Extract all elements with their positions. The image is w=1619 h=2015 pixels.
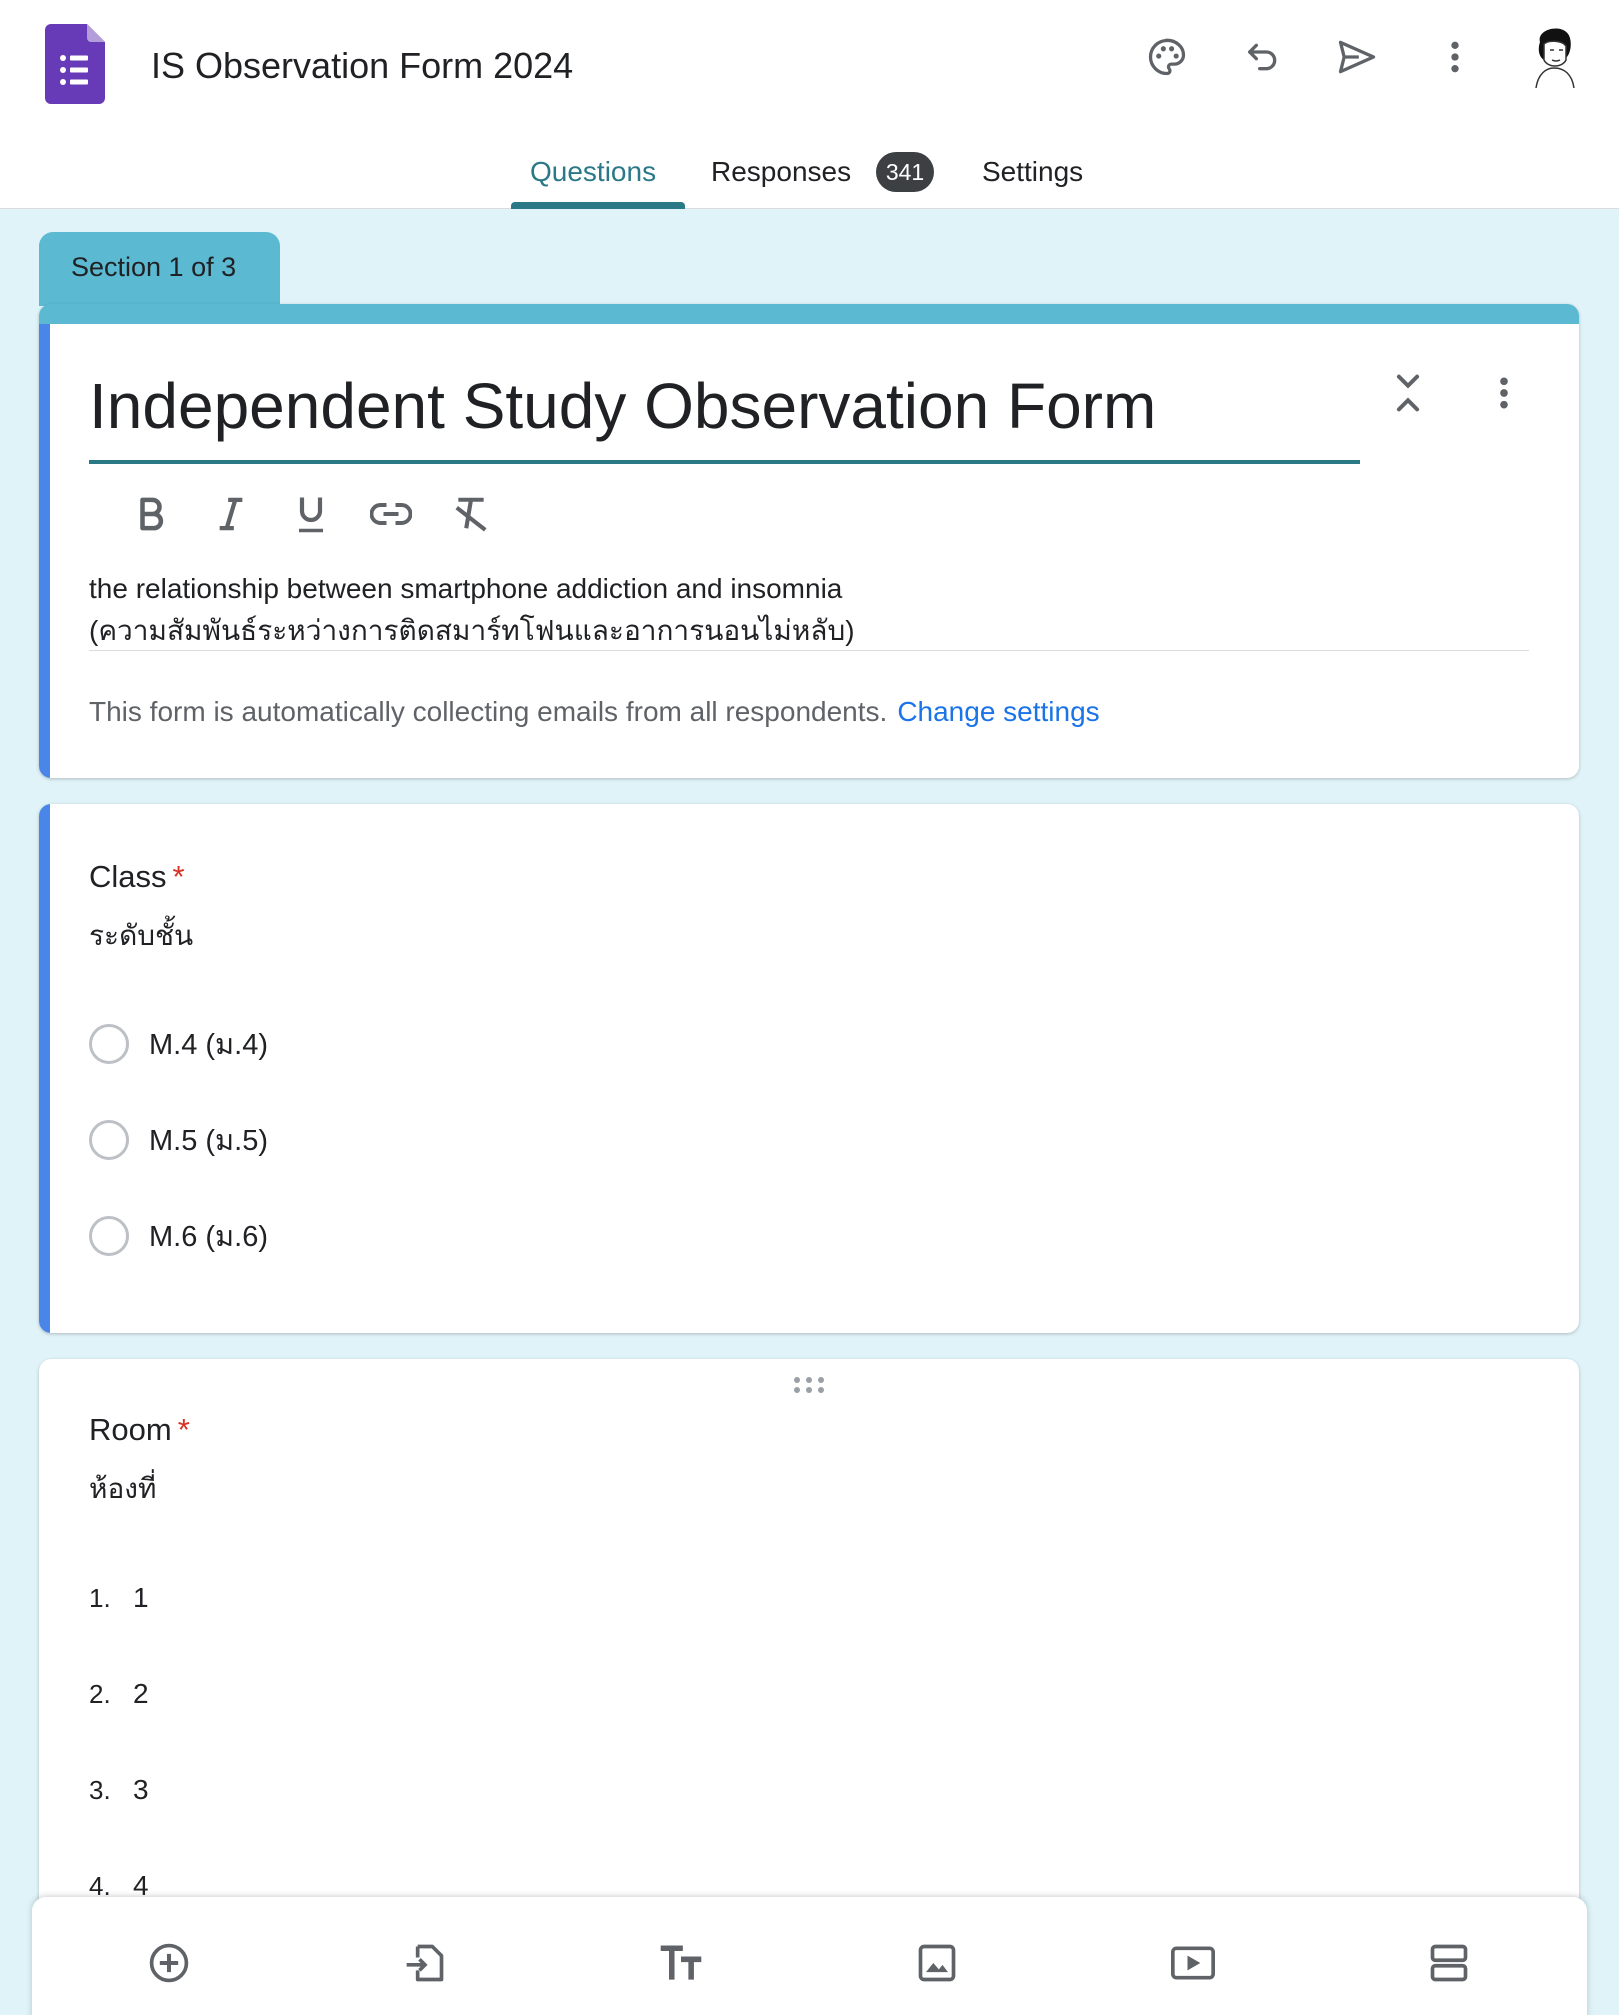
palette-icon[interactable]: [1140, 30, 1194, 84]
add-image-icon[interactable]: [907, 1933, 967, 1993]
tab-bar: Questions Responses 341 Settings: [0, 140, 1619, 209]
question-title-text: Room: [89, 1412, 172, 1447]
form-header-card[interactable]: Independent Study Observation Form the r…: [39, 304, 1579, 778]
add-question-icon[interactable]: [139, 1933, 199, 1993]
clear-format-icon[interactable]: [431, 484, 511, 544]
option-label: M.6 (ม.6): [149, 1221, 269, 1253]
option-label: 1: [133, 1582, 149, 1613]
forms-logo-icon[interactable]: [45, 24, 105, 104]
floating-toolbar: [32, 1897, 1587, 2015]
option-number: 1.: [89, 1582, 111, 1613]
question-title: Room *: [89, 1409, 190, 1451]
radio-option[interactable]: M.6 (ม.6): [89, 1214, 268, 1258]
tab-responses[interactable]: Responses: [711, 152, 851, 192]
description-line: (ความสัมพันธ์ระหว่างการติดสมาร์ทโฟนและอา…: [89, 615, 855, 646]
radio-button[interactable]: [89, 1216, 129, 1256]
undo-icon[interactable]: [1236, 30, 1290, 84]
change-settings-link[interactable]: Change settings: [897, 696, 1099, 727]
send-icon[interactable]: [1330, 30, 1384, 84]
form-title[interactable]: Independent Study Observation Form: [89, 366, 1156, 446]
responses-count-badge: 341: [876, 152, 934, 192]
dropdown-option[interactable]: 1. 1: [89, 1576, 149, 1620]
question-card-class[interactable]: Class * ระดับชั้น M.4 (ม.4) M.5 (ม.5) M.6…: [39, 804, 1579, 1333]
radio-option[interactable]: M.4 (ม.4): [89, 1022, 268, 1066]
required-asterisk: *: [177, 1412, 190, 1447]
description-underline: [89, 650, 1529, 651]
question-title-text: Class: [89, 859, 167, 894]
active-tab-indicator: [511, 202, 685, 209]
tab-questions[interactable]: Questions: [530, 152, 656, 192]
dropdown-option[interactable]: 3. 3: [89, 1768, 149, 1812]
bold-icon[interactable]: [111, 484, 191, 544]
title-underline: [89, 460, 1360, 464]
radio-option[interactable]: M.5 (ม.5): [89, 1118, 268, 1162]
add-video-icon[interactable]: [1163, 1933, 1223, 1993]
italic-icon[interactable]: [191, 484, 271, 544]
card-left-border: [39, 804, 50, 1333]
avatar[interactable]: [1526, 20, 1582, 89]
add-section-icon[interactable]: [1419, 1933, 1479, 1993]
description-line: the relationship between smartphone addi…: [89, 573, 843, 604]
section-label: Section 1 of 3: [39, 232, 280, 306]
top-bar: IS Observation Form 2024 Questions Respo…: [0, 0, 1619, 209]
email-note-text: This form is automatically collecting em…: [89, 696, 888, 727]
required-asterisk: *: [172, 859, 185, 894]
option-number: 3.: [89, 1774, 111, 1805]
question-description: ห้องที่: [89, 1473, 157, 1504]
option-label: M.4 (ม.4): [149, 1029, 269, 1061]
drag-handle-icon[interactable]: [792, 1375, 826, 1395]
tab-settings[interactable]: Settings: [982, 152, 1083, 192]
active-card-indicator: [39, 324, 50, 778]
radio-button[interactable]: [89, 1120, 129, 1160]
section-more-icon[interactable]: [1479, 368, 1529, 418]
import-questions-icon[interactable]: [395, 1933, 455, 1993]
question-title: Class *: [89, 856, 185, 898]
radio-button[interactable]: [89, 1024, 129, 1064]
email-collection-note: This form is automatically collecting em…: [89, 692, 1100, 732]
option-label: M.5 (ม.5): [149, 1125, 269, 1157]
option-label: 2: [133, 1678, 149, 1709]
option-label: 3: [133, 1774, 149, 1805]
question-description: ระดับชั้น: [89, 920, 194, 951]
option-number: 2.: [89, 1678, 111, 1709]
form-description[interactable]: the relationship between smartphone addi…: [89, 568, 1529, 652]
collapse-section-icon[interactable]: [1383, 368, 1433, 418]
more-vert-icon[interactable]: [1428, 30, 1482, 84]
add-title-icon[interactable]: [651, 1933, 711, 1993]
document-title[interactable]: IS Observation Form 2024: [151, 44, 573, 88]
link-icon[interactable]: [351, 484, 431, 544]
format-toolbar: [111, 484, 511, 544]
underline-icon[interactable]: [271, 484, 351, 544]
dropdown-option[interactable]: 2. 2: [89, 1672, 149, 1716]
